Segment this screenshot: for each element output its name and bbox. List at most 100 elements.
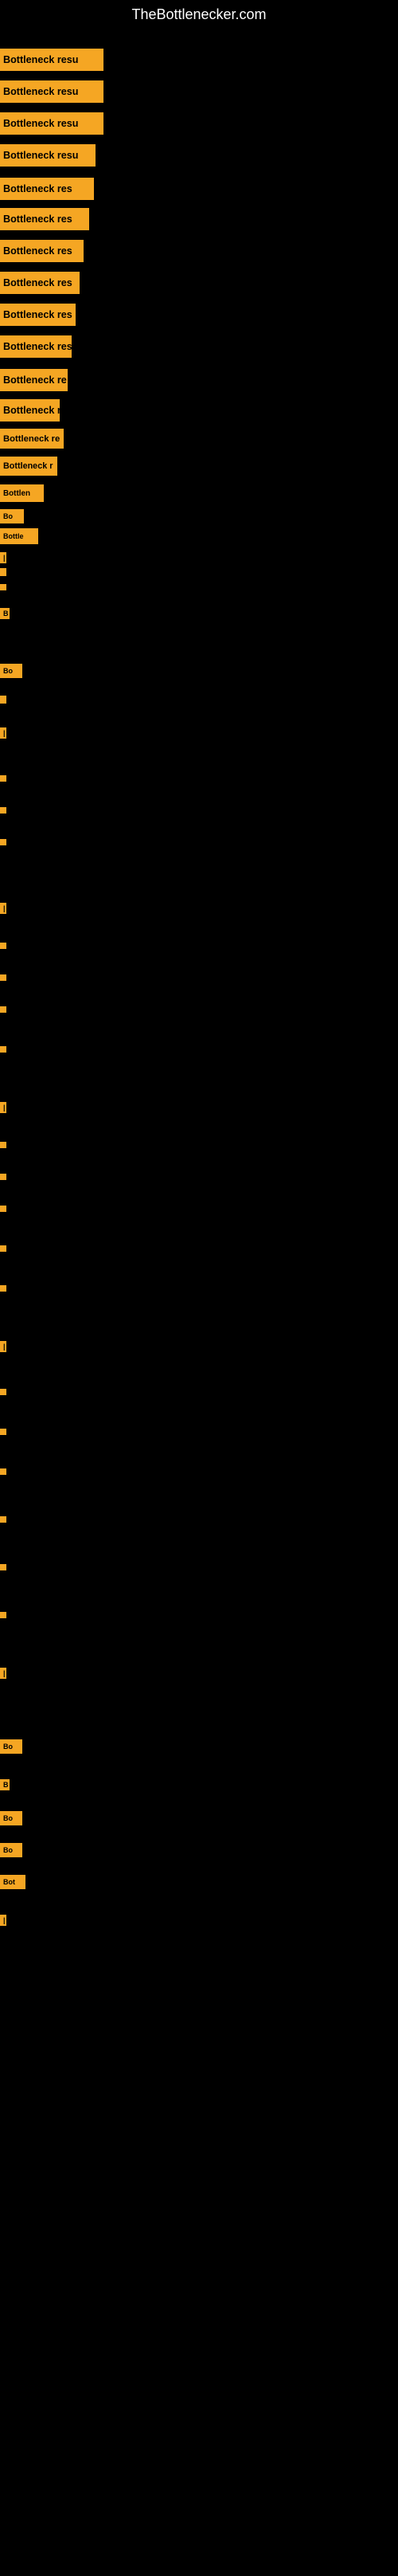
bar-label: B [0,1779,10,1790]
bar-item: Bottleneck res [0,272,80,294]
bar-label [0,1206,6,1212]
bar-item: Bottleneck res [0,335,72,358]
bar-label: Bottle [0,528,38,544]
bar-item: Bottleneck resu [0,112,103,135]
bar-item: Bo [0,1811,22,1825]
bar-item: Bottleneck resu [0,144,96,167]
bar-label: Bottleneck res [0,208,89,230]
bar-label [0,1516,6,1523]
bar-item: | [0,727,6,739]
bar-label: Bo [0,664,22,678]
bar-label: Bottleneck re [0,369,68,391]
bar-label: Bottleneck r [0,399,60,421]
bar-label: Bottleneck resu [0,112,103,135]
bar-label [0,839,6,845]
bar-item [0,584,2,590]
bar-item: Bottleneck res [0,178,94,200]
bar-label: Bottleneck resu [0,80,103,103]
bar-item [0,1564,2,1570]
bar-item: | [0,1915,6,1926]
bar-label: Bo [0,509,24,523]
bar-label: Bottleneck r [0,457,57,476]
bar-item [0,1389,2,1395]
bar-label: | [0,903,6,914]
bar-label: | [0,1668,6,1679]
bar-item [0,807,2,814]
bar-label: | [0,552,6,563]
bar-label: Bottleneck res [0,178,94,200]
site-title: TheBottlenecker.com [0,0,398,26]
bar-item: Bot [0,1875,25,1889]
bar-label [0,568,6,576]
bar-label: Bo [0,1739,22,1754]
bar-label [0,775,6,782]
bar-label [0,584,6,590]
bar-item: Bottleneck resu [0,49,103,71]
bar-label [0,1174,6,1180]
bar-item [0,1468,2,1475]
bar-item [0,1516,2,1523]
bar-label [0,1612,6,1618]
bar-item: Bo [0,1843,22,1857]
bar-label [0,1564,6,1570]
bar-item: Bottleneck res [0,208,89,230]
bar-item: | [0,903,6,914]
bar-label: Bot [0,1875,25,1889]
bar-item: | [0,1102,6,1113]
bar-label: Bottlen [0,484,44,502]
bar-item: Bottleneck re [0,369,68,391]
bar-label: Bottleneck res [0,240,84,262]
bar-item: Bottleneck res [0,304,76,326]
bar-item [0,1206,2,1212]
bar-label [0,1245,6,1252]
bar-item [0,974,2,981]
bar-label: Bottleneck re [0,429,64,449]
bar-label: B [0,608,10,619]
bar-label: Bo [0,1843,22,1857]
bar-item [0,568,3,576]
bar-label [0,696,6,704]
bar-item: Bottlen [0,484,44,502]
bar-label [0,943,6,949]
bar-label: Bottleneck res [0,335,72,358]
bar-item [0,1006,2,1013]
bar-item: B [0,608,10,619]
bar-item: Bottleneck r [0,399,60,421]
bar-label [0,1006,6,1013]
bar-item [0,775,2,782]
bar-item: Bottleneck r [0,457,57,476]
bar-item: Bo [0,664,22,678]
bar-label: Bottleneck resu [0,144,96,167]
bar-item: Bottleneck re [0,429,64,449]
bar-label: | [0,1102,6,1113]
bar-item [0,1245,2,1252]
bar-item [0,839,2,845]
bar-item [0,696,3,704]
bar-label: | [0,1915,6,1926]
bar-item [0,1046,2,1053]
bar-item: Bottleneck resu [0,80,103,103]
bar-item [0,1142,2,1148]
bar-label: Bo [0,1811,22,1825]
bar-label [0,1468,6,1475]
bar-item: Bo [0,1739,22,1754]
bar-item [0,1612,2,1618]
bar-label [0,807,6,814]
bar-item [0,1285,2,1292]
bar-item: Bo [0,509,24,523]
bar-label [0,1142,6,1148]
bar-item: | [0,1668,6,1679]
bar-item [0,943,2,949]
bar-label: Bottleneck resu [0,49,103,71]
bar-label [0,1429,6,1435]
bar-item: | [0,1341,6,1352]
bar-label: Bottleneck res [0,304,76,326]
bar-label: | [0,727,6,739]
bar-item: Bottle [0,528,38,544]
bar-label: Bottleneck res [0,272,80,294]
bar-label [0,1046,6,1053]
bar-label [0,1389,6,1395]
bar-label: | [0,1341,6,1352]
bar-item: Bottleneck res [0,240,84,262]
bar-label [0,1285,6,1292]
